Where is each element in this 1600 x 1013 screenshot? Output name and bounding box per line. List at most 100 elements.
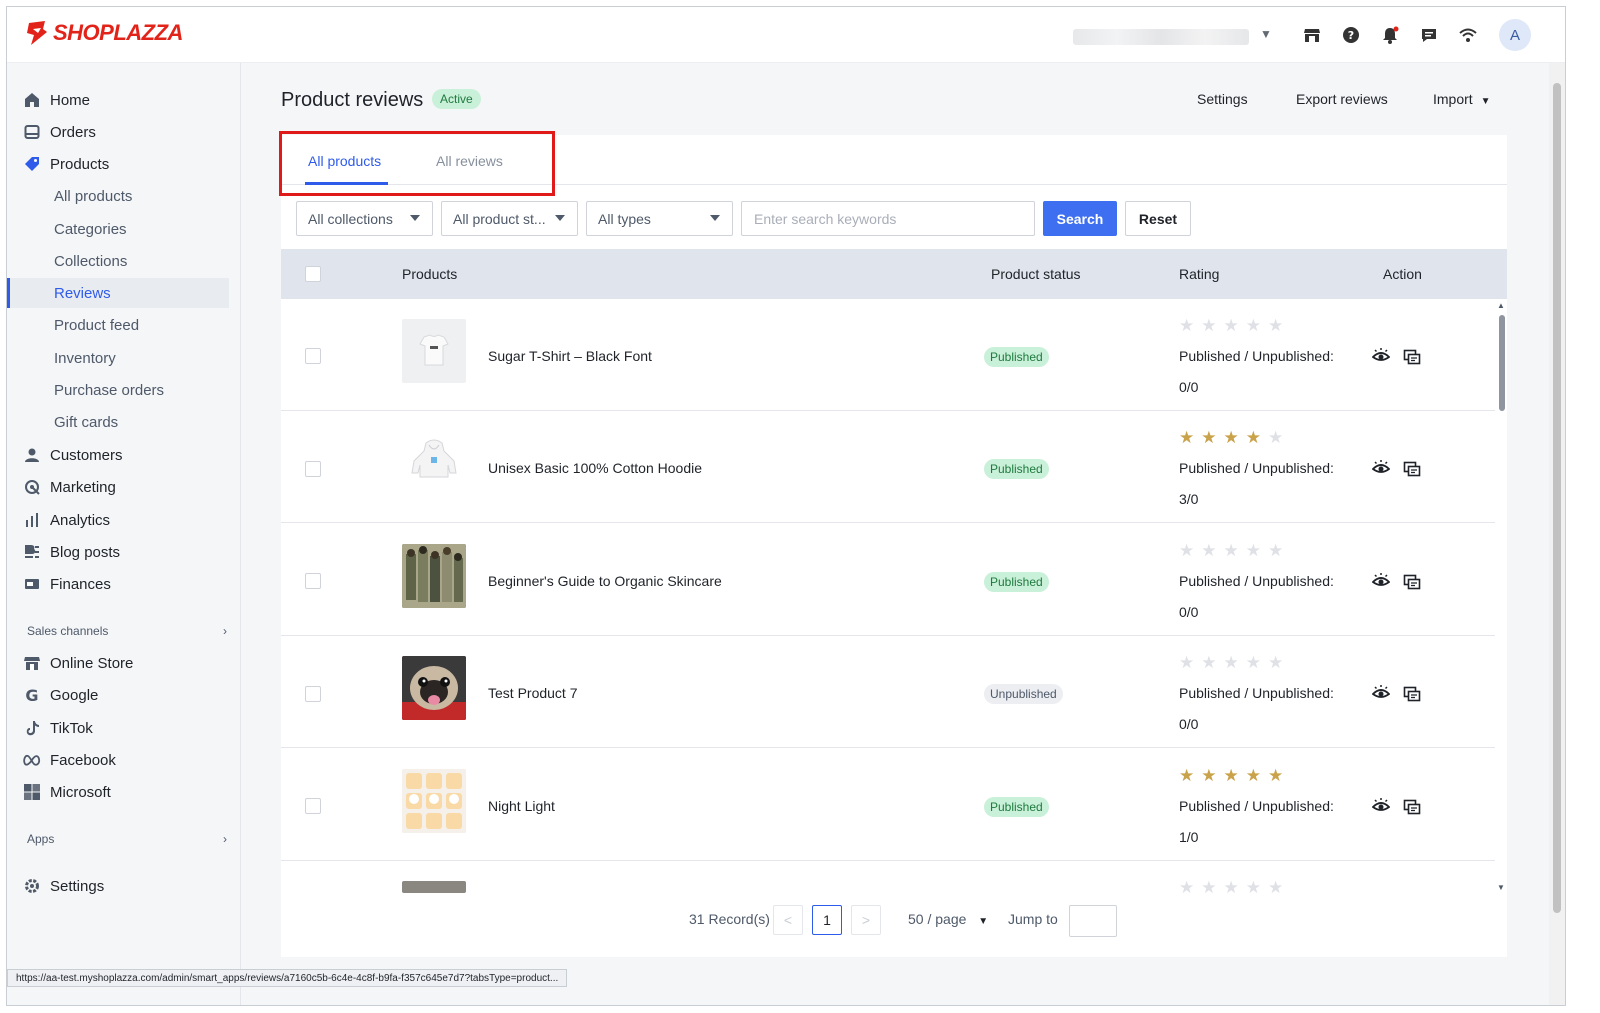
sidebar-subitem-purchase-orders[interactable]: Purchase orders [7,375,229,405]
sidebar-item-settings[interactable]: Settings [7,871,229,901]
highlight-box [279,131,555,196]
sidebar-item-marketing[interactable]: Marketing [7,472,229,502]
store-switcher[interactable] [1073,29,1249,45]
product-thumbnail[interactable] [402,881,466,893]
row-checkbox[interactable] [305,798,321,814]
view-icon[interactable] [1372,797,1390,815]
sidebar-item-products[interactable]: Products [7,149,229,179]
sidebar-item-google[interactable]: G Google [7,680,229,710]
reviews-icon[interactable] [1403,685,1421,703]
sidebar-item-blog-posts[interactable]: Blog posts [7,537,229,567]
status-badge: Published [984,459,1049,479]
sidebar-item-home[interactable]: Home [7,85,229,115]
star-icon: ★ [1179,541,1195,560]
view-icon[interactable] [1372,684,1390,702]
prev-page-button[interactable]: < [773,905,803,935]
star-rating: ★ ★ ★ ★ ★ [1179,542,1283,559]
sidebar-item-tiktok[interactable]: TikTok [7,713,229,743]
sidebar-item-microsoft[interactable]: Microsoft [7,777,229,807]
record-count: 31 Record(s) [689,911,770,927]
search-input[interactable]: Enter search keywords [741,201,1035,236]
row-checkbox[interactable] [305,461,321,477]
search-button[interactable]: Search [1043,201,1117,236]
meta-icon [23,751,41,769]
product-name[interactable]: Test Product 7 [488,685,578,701]
sidebar-item-facebook[interactable]: Facebook [7,745,229,775]
select-all-checkbox[interactable] [305,266,321,282]
svg-text:?: ? [1348,29,1354,42]
product-thumbnail[interactable] [402,431,466,495]
sidebar-item-orders[interactable]: Orders [7,117,229,147]
star-icon: ★ [1179,316,1195,335]
row-checkbox[interactable] [305,573,321,589]
view-icon[interactable] [1372,347,1390,365]
page-1-button[interactable]: 1 [812,905,842,935]
settings-button[interactable]: Settings [1197,91,1248,107]
table-body: Sugar T-Shirt – Black Font Published ★ ★ ★… [281,299,1495,893]
sidebar-item-customers[interactable]: Customers [7,440,229,470]
sidebar-subitem-categories[interactable]: Categories [7,214,229,244]
types-select[interactable]: All types [586,201,733,236]
page-scrollbar-thumb[interactable] [1553,83,1561,913]
review-count: 0/0 [1179,604,1199,620]
sidebar-subitem-all-products[interactable]: All products [7,181,229,211]
table-row: Unisex Basic 100% Cotton Hoodie Publishe… [281,411,1495,523]
collections-select[interactable]: All collections [296,201,433,236]
star-icon: ★ [1223,766,1239,785]
sidebar-item-analytics[interactable]: Analytics [7,505,229,535]
product-thumbnail[interactable] [402,656,466,720]
star-icon: ★ [1201,541,1217,560]
product-thumbnail[interactable] [402,544,466,608]
chat-icon[interactable] [1418,24,1440,46]
chevron-down-icon[interactable]: ▼ [1260,27,1272,41]
caret-down-icon [710,215,720,221]
tag-icon [23,155,41,173]
sidebar-subitem-reviews[interactable]: Reviews [7,278,229,308]
sidebar-item-finances[interactable]: Finances [7,569,229,599]
sidebar-subitem-gift-cards[interactable]: Gift cards [7,407,229,437]
star-icon: ★ [1245,878,1261,893]
sales-channels-header[interactable]: Sales channels › [27,624,227,638]
product-thumbnail[interactable] [402,769,466,833]
import-button[interactable]: Import ▼ [1433,91,1490,107]
star-icon: ★ [1268,428,1284,447]
table-row: ★ ★ ★ ★ ★ [281,861,1495,893]
reviews-icon[interactable] [1403,460,1421,478]
store-icon[interactable] [1301,24,1323,46]
export-reviews-button[interactable]: Export reviews [1296,91,1388,107]
shoplazza-logo[interactable]: SHOPLAZZA [25,20,183,46]
product-status-select[interactable]: All product st... [441,201,578,236]
column-action: Action [1383,266,1422,282]
avatar[interactable]: A [1499,19,1531,51]
sidebar-subitem-collections[interactable]: Collections [7,246,229,276]
product-name[interactable]: Unisex Basic 100% Cotton Hoodie [488,460,702,476]
row-checkbox[interactable] [305,348,321,364]
next-page-button[interactable]: > [851,905,881,935]
sidebar-item-online-store[interactable]: Online Store [7,648,229,678]
product-name[interactable]: Night Light [488,798,555,814]
sidebar-subitem-product-feed[interactable]: Product feed [7,310,229,340]
review-count: 3/0 [1179,491,1199,507]
product-name[interactable]: Beginner's Guide to Organic Skincare [488,573,722,589]
scroll-down-icon[interactable]: ▼ [1497,883,1505,892]
product-thumbnail[interactable] [402,319,466,383]
view-icon[interactable] [1372,459,1390,477]
table-scrollbar-thumb[interactable] [1499,315,1505,411]
product-name[interactable]: Sugar T-Shirt – Black Font [488,348,652,364]
reviews-icon[interactable] [1403,573,1421,591]
row-checkbox[interactable] [305,686,321,702]
reviews-icon[interactable] [1403,348,1421,366]
page-size-select[interactable]: 50 / page ▼ [908,911,988,927]
apps-header[interactable]: Apps › [27,832,227,846]
star-icon: ★ [1268,878,1284,893]
store-icon [23,654,41,672]
help-icon[interactable]: ? [1340,24,1362,46]
reset-button[interactable]: Reset [1125,201,1191,236]
reviews-icon[interactable] [1403,798,1421,816]
jump-to-input[interactable] [1069,905,1117,937]
sidebar-subitem-inventory[interactable]: Inventory [7,343,229,373]
view-icon[interactable] [1372,572,1390,590]
bell-icon[interactable] [1379,24,1401,46]
scroll-up-icon[interactable]: ▲ [1497,301,1505,310]
wifi-icon[interactable] [1457,24,1479,46]
